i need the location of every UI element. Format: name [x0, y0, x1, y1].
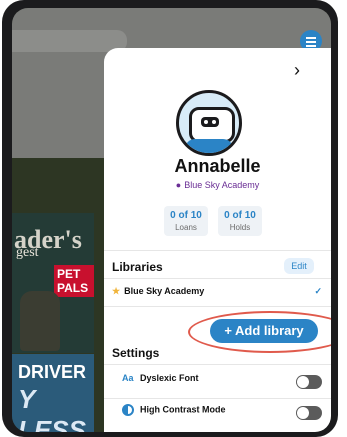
- setting-high-contrast[interactable]: High Contrast Mode: [122, 404, 322, 424]
- divider: [104, 278, 331, 279]
- user-name: Annabelle: [174, 156, 261, 176]
- magazine-cover-readers-digest[interactable]: ader's gest PET PALS: [12, 213, 94, 353]
- settings-heading: Settings: [112, 346, 160, 360]
- profile-panel: › Annabelle ● Blue Sky Academy 0 of 10 Lo…: [104, 48, 331, 432]
- libraries-heading: Libraries: [112, 260, 163, 274]
- magazine-title: DRIVER: [18, 362, 87, 382]
- star-icon: ★: [112, 286, 121, 296]
- magazine-subtitle: gest: [16, 245, 39, 260]
- dyslexic-font-toggle[interactable]: [296, 375, 322, 389]
- holds-label: Holds: [229, 223, 251, 232]
- font-icon: Aa: [122, 373, 134, 383]
- tablet-frame: ader's gest PET PALS DRIVER Y LESS › Ann: [2, 0, 338, 437]
- avatar: [176, 90, 242, 156]
- divider: [104, 398, 331, 399]
- setting-label: High Contrast Mode: [140, 404, 226, 415]
- magazine-subtitle: Y LESS: [18, 384, 86, 432]
- holds-stat[interactable]: 0 of 10 Holds: [218, 206, 262, 236]
- holds-value: 0 of 10: [224, 210, 256, 221]
- search-bar[interactable]: [12, 30, 127, 52]
- setting-dyslexic-font[interactable]: Aa Dyslexic Font: [122, 373, 322, 393]
- divider: [104, 250, 331, 251]
- school-name: ● Blue Sky Academy: [175, 180, 260, 190]
- library-name: Blue Sky Academy: [124, 286, 205, 296]
- high-contrast-toggle[interactable]: [296, 406, 322, 420]
- divider: [104, 306, 331, 307]
- loans-stat[interactable]: 0 of 10 Loans: [164, 206, 208, 236]
- magazine-badge: PET PALS: [54, 265, 94, 297]
- magazine-cover-car-driver[interactable]: DRIVER Y LESS: [12, 354, 94, 432]
- location-pin-icon: ●: [175, 180, 182, 190]
- loans-value: 0 of 10: [170, 210, 202, 221]
- checkmark-icon: ✓: [314, 286, 322, 296]
- divider: [104, 364, 331, 365]
- dog-image: [20, 291, 60, 351]
- chevron-right-icon[interactable]: ›: [294, 60, 300, 81]
- app-screen: ader's gest PET PALS DRIVER Y LESS › Ann: [12, 8, 331, 432]
- robot-body: [185, 139, 233, 153]
- setting-label: Dyslexic Font: [140, 373, 199, 383]
- robot-head: [189, 107, 235, 143]
- library-item[interactable]: ★ Blue Sky Academy ✓: [112, 286, 322, 302]
- high-contrast-icon: [122, 404, 134, 416]
- robot-eyes: [201, 117, 219, 127]
- edit-button[interactable]: Edit: [284, 258, 314, 274]
- highlight-circle: [188, 311, 331, 353]
- loans-label: Loans: [175, 223, 197, 232]
